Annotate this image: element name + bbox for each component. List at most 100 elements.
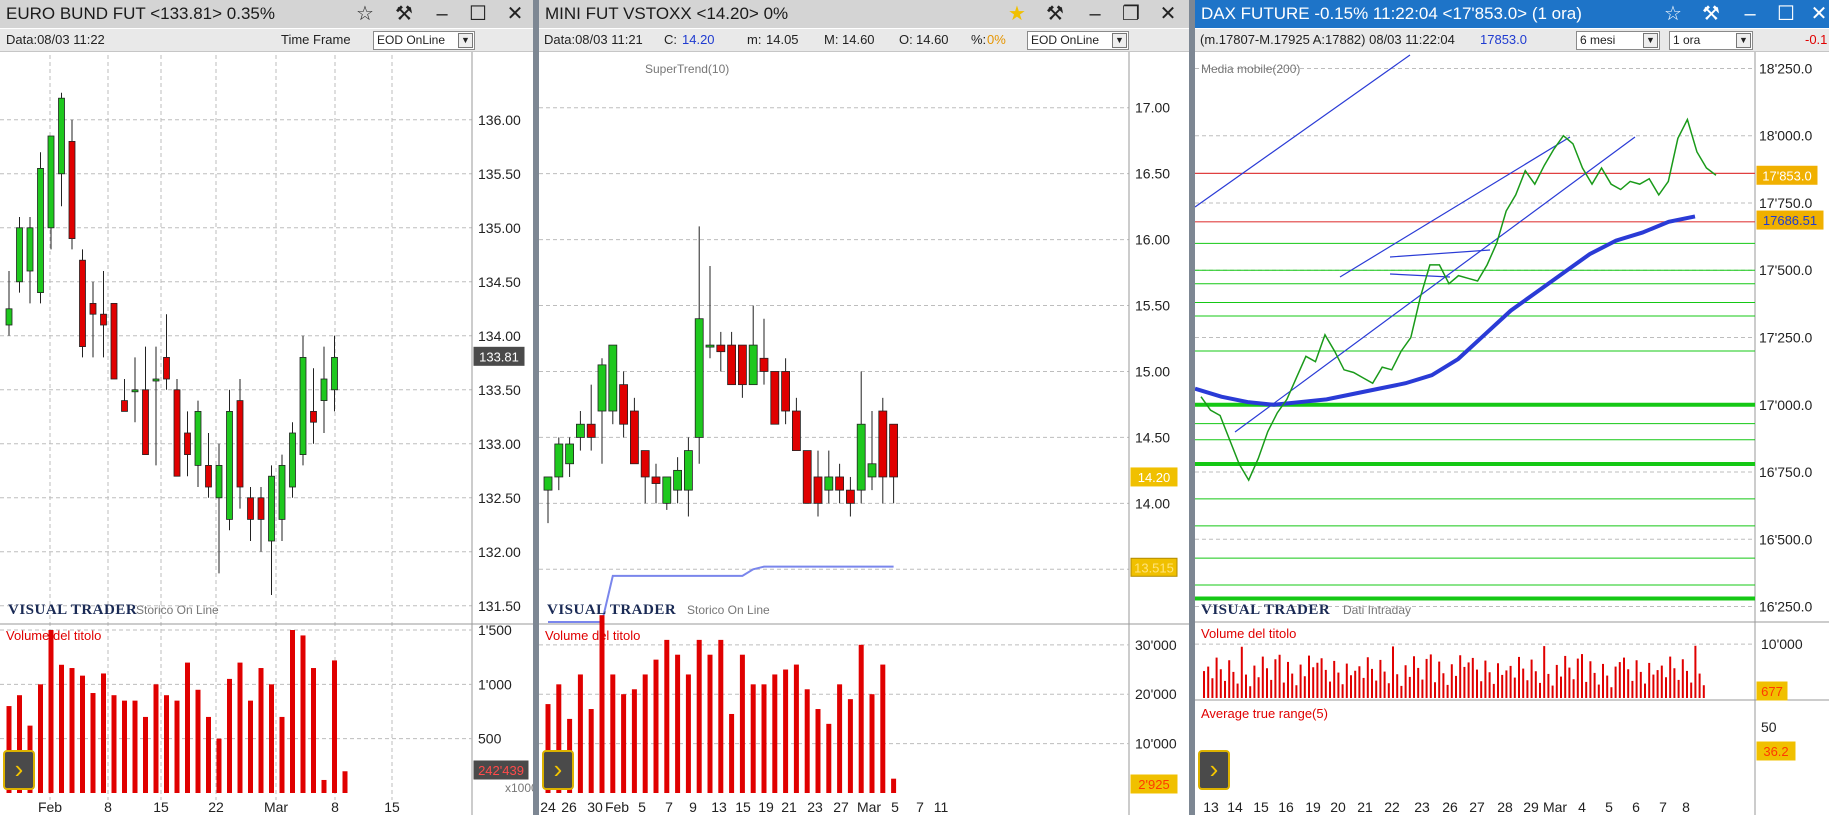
volume-bar — [269, 684, 274, 793]
volume-bar — [1228, 660, 1231, 698]
candle — [310, 410, 317, 423]
volume-bar — [1345, 663, 1348, 698]
volume-bar — [1282, 682, 1285, 698]
volume-bar — [1534, 671, 1537, 698]
volume-tick-label: 20'000 — [1135, 686, 1177, 702]
volume-bar — [1387, 683, 1390, 698]
volume-bar — [1522, 668, 1525, 698]
volume-bar — [1257, 677, 1260, 698]
candle — [781, 371, 791, 412]
price-chart[interactable]: 17.00 16.50 16.00 15.50 15.00 14.50 14.00 Super… — [539, 0, 1189, 815]
candle — [673, 469, 683, 491]
x-tick-label: 27 — [833, 799, 849, 815]
chevron-right-icon[interactable]: › — [3, 750, 35, 790]
volume-bar — [1665, 677, 1667, 698]
candle — [576, 423, 585, 438]
x-tick-label: 5 — [1605, 799, 1613, 815]
volume-bar — [132, 700, 138, 793]
volume-bar — [237, 662, 243, 793]
brand-subtitle: Storico On Line — [136, 603, 219, 617]
volume-bar — [1631, 680, 1634, 698]
price-chart[interactable]: 136.00 135.50 135.00 134.50 134.00 133.50 133.… — [0, 0, 533, 815]
volume-bar — [143, 716, 148, 793]
volume-bar — [1660, 665, 1663, 698]
y-tick-label: 16.00 — [1135, 232, 1170, 248]
volume-bar — [588, 709, 594, 793]
volume-bar — [122, 700, 127, 793]
volume-bar — [1404, 665, 1407, 698]
volume-tick-label: 1'500 — [478, 622, 512, 638]
window-dax-future: DAX FUTURE -0.15% 11:22:04 <17'853.0> (1… — [1195, 0, 1829, 815]
chevron-right-icon[interactable]: › — [1198, 750, 1230, 790]
candle — [554, 443, 564, 478]
candle — [68, 140, 76, 239]
volume-bar — [1211, 678, 1214, 698]
candle — [651, 476, 661, 484]
candle — [705, 344, 715, 348]
volume-bar — [718, 639, 724, 793]
y-tick-label: 132.00 — [478, 544, 521, 560]
volume-bar — [1261, 656, 1264, 698]
volume-bar — [80, 675, 85, 793]
y-tick-label: 135.00 — [478, 220, 521, 236]
volume-bar — [1429, 654, 1432, 698]
volume-bar — [1564, 655, 1567, 698]
candle — [194, 410, 202, 466]
volume-bar — [1547, 673, 1550, 698]
y-tick-label: 16'500.0 — [1759, 531, 1812, 547]
volume-bar — [1291, 673, 1294, 698]
trend-line — [1195, 54, 1411, 208]
candle — [299, 356, 307, 455]
x-tick-label: 15 — [1253, 799, 1269, 815]
volume-bar — [1551, 685, 1554, 698]
volume-bar — [1375, 680, 1378, 698]
x-tick-label: 21 — [781, 799, 797, 815]
volume-bar — [38, 684, 43, 793]
volume-bar — [1694, 645, 1697, 698]
candle — [236, 400, 244, 488]
candle — [131, 389, 139, 393]
candle — [268, 475, 275, 542]
volume-bar — [880, 664, 886, 793]
volume-bar — [664, 639, 670, 793]
volume-bar — [300, 635, 306, 793]
candle — [47, 135, 55, 229]
volume-tick-label: 10'000 — [1761, 636, 1803, 652]
volume-bar — [1329, 681, 1331, 698]
x-tick-label: 7 — [1659, 799, 1667, 815]
volume-bar — [1295, 685, 1298, 698]
volume-bar — [290, 630, 295, 793]
volume-bar — [1639, 671, 1642, 698]
candle — [226, 410, 233, 520]
x-tick-label: 20 — [1330, 799, 1346, 815]
volume-bar — [1509, 665, 1512, 698]
y-tick-label: 15.00 — [1135, 363, 1170, 379]
volume-bar — [1618, 662, 1621, 698]
candle — [791, 410, 801, 451]
trend-line — [1389, 273, 1451, 278]
x-tick-label: Mar — [857, 799, 881, 815]
volume-bar — [761, 684, 767, 793]
volume-bar — [1350, 675, 1352, 698]
volume-bar — [869, 694, 875, 793]
volume-bar — [804, 689, 810, 793]
price-badge: 14.20 — [1138, 470, 1171, 485]
volume-bar — [1677, 679, 1680, 698]
chevron-right-icon[interactable]: › — [542, 750, 574, 790]
brand-logo: VISUAL TRADER — [8, 602, 137, 618]
x-tick-label: 30 — [587, 799, 603, 815]
volume-bar — [1606, 675, 1609, 698]
supertrend-badge: 13.515 — [1134, 560, 1174, 575]
x-tick-label: 22 — [208, 799, 224, 815]
price-chart[interactable]: 18'250.0 18'000.0 17'750.0 17'500.0 17'250.0… — [1195, 0, 1829, 815]
volume-bar — [1383, 671, 1386, 698]
volume-bar — [1702, 685, 1705, 698]
y-tick-label: 18'250.0 — [1759, 60, 1812, 76]
volume-bar — [206, 716, 211, 793]
candle — [748, 344, 758, 386]
indicator-label: Media mobile(200) — [1201, 62, 1300, 76]
volume-bar — [111, 695, 117, 793]
atr-label: Average true range(5) — [1201, 706, 1328, 721]
volume-bar — [311, 668, 316, 793]
x-tick-label: 5 — [638, 799, 646, 815]
